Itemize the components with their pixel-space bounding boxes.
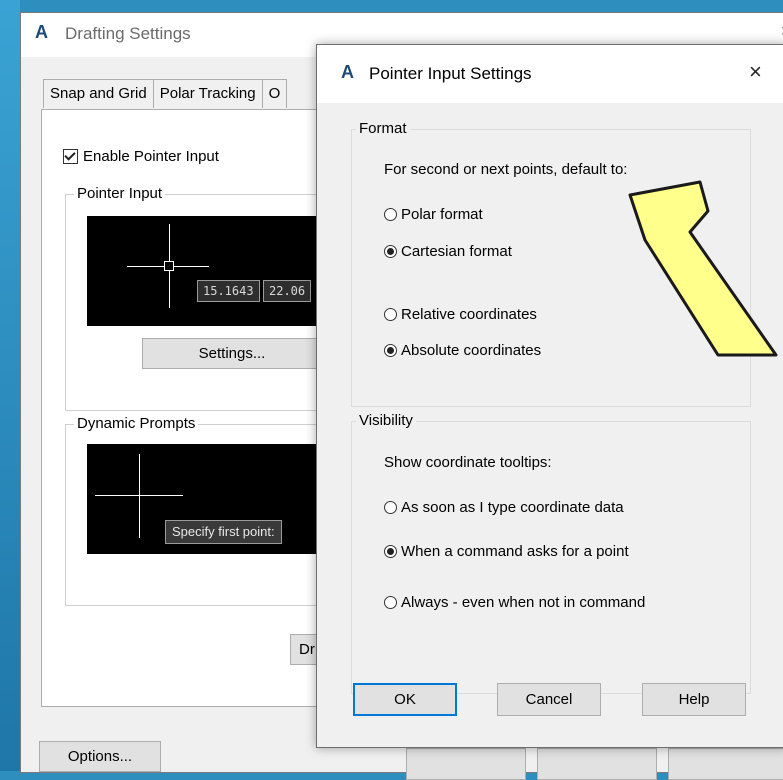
options-button[interactable]: Options... [39, 741, 161, 772]
tooltip-as-soon-as-type-radio[interactable]: As soon as I type coordinate data [384, 499, 624, 516]
pointer-input-settings-title: Pointer Input Settings [369, 64, 532, 83]
ok-button[interactable]: OK [353, 683, 457, 716]
autocad-logo-icon: A [341, 62, 354, 82]
pickbox-icon [164, 261, 174, 271]
format-prompt: For second or next points, default to: [384, 161, 628, 178]
relative-coordinates-label: Relative coordinates [401, 306, 537, 323]
command-prompt-tooltip: Specify first point: [165, 520, 282, 544]
absolute-coordinates-label: Absolute coordinates [401, 342, 542, 359]
cancel-button-hidden[interactable] [537, 748, 657, 780]
drafting-settings-title: Drafting Settings [65, 24, 191, 43]
pointer-settings-button[interactable]: Settings... [142, 338, 322, 369]
tab-snap-and-grid[interactable]: Snap and Grid [43, 79, 154, 108]
tab-polar-tracking[interactable]: Polar Tracking [152, 79, 263, 108]
dynamic-prompts-group-label: Dynamic Prompts [74, 415, 199, 432]
absolute-coordinates-radio[interactable]: Absolute coordinates [384, 342, 541, 359]
visibility-prompt: Show coordinate tooltips: [384, 454, 552, 471]
radio-unchecked-icon[interactable] [384, 308, 397, 321]
tooltip-when-command-asks-label: When a command asks for a point [401, 543, 629, 560]
cancel-button[interactable]: Cancel [497, 683, 601, 716]
radio-checked-icon[interactable] [384, 245, 397, 258]
relative-coordinates-radio[interactable]: Relative coordinates [384, 306, 537, 323]
radio-checked-icon[interactable] [384, 344, 397, 357]
tab-object-snap[interactable]: O [261, 79, 288, 108]
enable-pointer-input-checkbox[interactable]: Enable Pointer Input [63, 148, 219, 165]
pointer-input-settings-titlebar: A Pointer Input Settings × [317, 45, 783, 103]
tooltip-always-radio[interactable]: Always - even when not in command [384, 594, 645, 611]
tooltip-when-command-asks-radio[interactable]: When a command asks for a point [384, 543, 629, 560]
radio-unchecked-icon[interactable] [384, 596, 397, 609]
radio-unchecked-icon[interactable] [384, 208, 397, 221]
close-icon[interactable]: × [749, 59, 762, 85]
cartesian-format-label: Cartesian format [401, 243, 512, 260]
arrow-shape [628, 180, 778, 357]
help-button-hidden[interactable] [668, 748, 783, 780]
help-button[interactable]: Help [642, 683, 746, 716]
visibility-group-label: Visibility [356, 412, 416, 429]
desktop-background [0, 0, 20, 771]
coordinate-y-tooltip: 22.06 [263, 280, 312, 302]
crosshair-vertical [139, 454, 140, 538]
annotation-arrow-icon [628, 180, 778, 357]
tab-strip: Snap and Grid Polar Tracking O [43, 79, 288, 109]
radio-checked-icon[interactable] [384, 545, 397, 558]
polar-format-radio[interactable]: Polar format [384, 206, 483, 223]
autocad-logo-icon: A [35, 22, 48, 42]
cartesian-format-radio[interactable]: Cartesian format [384, 243, 512, 260]
tooltip-always-label: Always - even when not in command [401, 594, 646, 611]
checkbox-checked-icon[interactable] [63, 149, 78, 164]
tooltip-as-soon-as-type-label: As soon as I type coordinate data [401, 499, 624, 516]
coordinate-x-tooltip: 15.1643 [197, 280, 260, 302]
ok-button-hidden[interactable] [406, 748, 526, 780]
pointer-input-settings-window: A Pointer Input Settings × Format For se… [316, 44, 783, 748]
radio-unchecked-icon[interactable] [384, 501, 397, 514]
enable-pointer-input-label: Enable Pointer Input [83, 148, 219, 165]
polar-format-label: Polar format [401, 206, 483, 223]
format-group-label: Format [356, 120, 410, 137]
pointer-input-group-label: Pointer Input [74, 185, 166, 202]
